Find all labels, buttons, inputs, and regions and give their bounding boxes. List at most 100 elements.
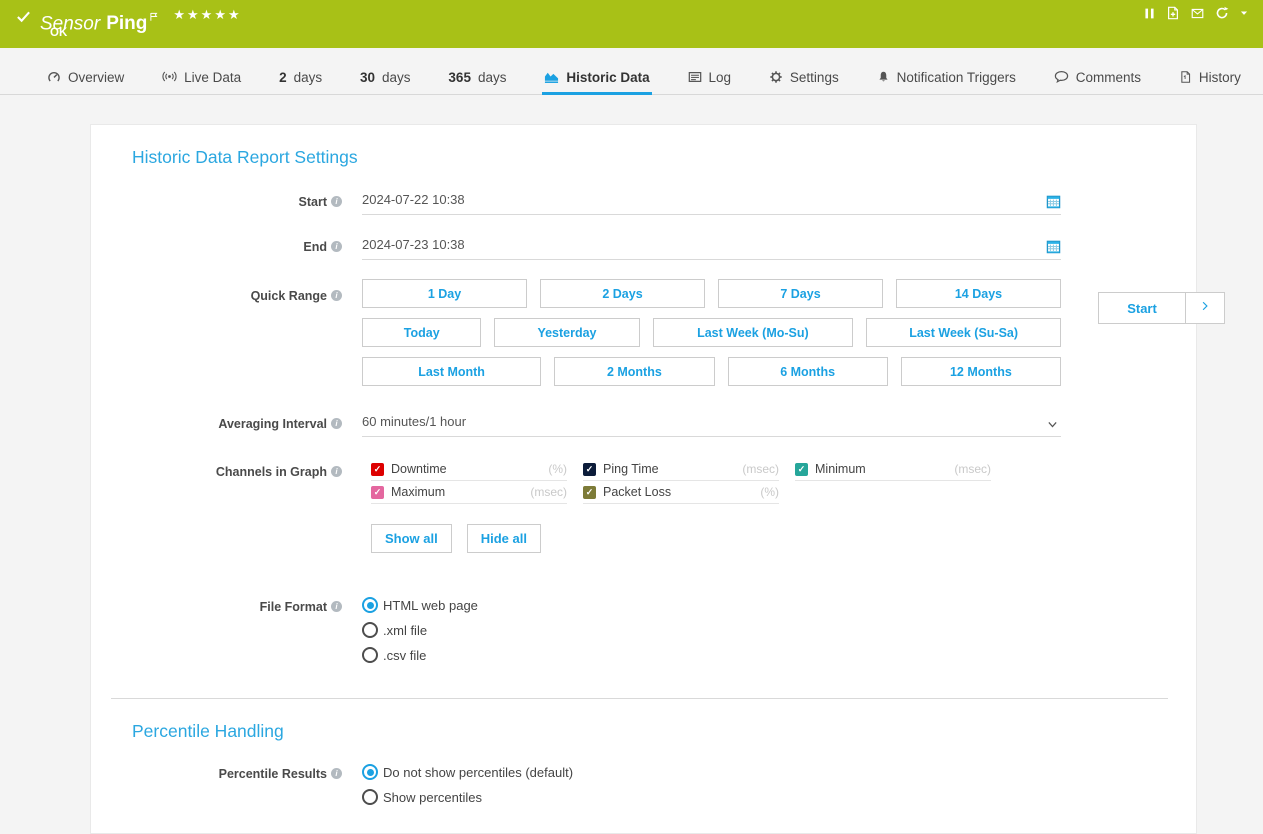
- file-format-option-html-web-page[interactable]: HTML web page: [362, 597, 1061, 613]
- tab-label: Historic Data: [566, 70, 649, 85]
- quick-range-button-last-week-su-sa[interactable]: Last Week (Su-Sa): [866, 318, 1061, 347]
- channel-unit: (msec): [530, 485, 567, 499]
- tab-365-days[interactable]: 365days: [446, 48, 508, 95]
- status-badge: OK: [50, 27, 67, 39]
- calendar-icon[interactable]: [1046, 239, 1061, 254]
- channel-ping-time[interactable]: ✓Ping Time(msec): [583, 462, 779, 481]
- file-format-row: File Format i HTML web page .xml file .csv …: [121, 597, 1166, 672]
- averaging-interval-select[interactable]: 60 minutes/1 hour: [362, 414, 1061, 437]
- percentile-option-show-percentiles[interactable]: Show percentiles: [362, 789, 1061, 805]
- end-label: End: [303, 240, 327, 254]
- radio-button[interactable]: [362, 597, 378, 613]
- averaging-interval-value: 60 minutes/1 hour: [362, 414, 466, 429]
- quick-range-button-last-week-mo-su[interactable]: Last Week (Mo-Su): [653, 318, 854, 347]
- radio-label: HTML web page: [383, 598, 478, 613]
- tab-historic-data[interactable]: Historic Data: [542, 48, 651, 95]
- quick-range-button-last-month[interactable]: Last Month: [362, 357, 541, 386]
- section-title-report-settings: Historic Data Report Settings: [132, 147, 1166, 168]
- channel-checkbox[interactable]: ✓: [583, 486, 596, 499]
- quick-range-button-today[interactable]: Today: [362, 318, 481, 347]
- tab-history[interactable]: History: [1177, 48, 1243, 95]
- channel-name: Downtime: [391, 462, 447, 476]
- add-report-icon[interactable]: [1166, 6, 1180, 20]
- channels-row: Channels in Graph i ✓ Downtime (%) ✓Ping Tim…: [121, 462, 1166, 553]
- tab-2-days[interactable]: 2 days: [277, 48, 324, 95]
- chart-icon: [544, 69, 559, 84]
- channel-name: Maximum: [391, 485, 445, 499]
- quick-range-button-yesterday[interactable]: Yesterday: [494, 318, 639, 347]
- tab-settings[interactable]: Settings: [767, 48, 841, 95]
- info-icon[interactable]: i: [331, 466, 342, 477]
- channel-downtime[interactable]: ✓Downtime(%): [371, 462, 567, 481]
- pause-icon[interactable]: [1143, 7, 1156, 20]
- quick-range-label: Quick Range: [251, 289, 327, 303]
- end-row: Endi 2024-07-23 10:38: [121, 237, 1166, 260]
- start-input[interactable]: 2024-07-22 10:38: [362, 192, 1061, 215]
- end-value: 2024-07-23 10:38: [362, 237, 465, 252]
- priority-stars[interactable]: ★★★★★: [173, 7, 241, 23]
- flag-icon[interactable]: [149, 6, 159, 27]
- percentile-results-row: Percentile Results i Do not show percenti…: [121, 764, 1166, 814]
- info-icon[interactable]: i: [331, 241, 342, 252]
- quick-range-button-6-months[interactable]: 6 Months: [728, 357, 888, 386]
- channel-checkbox[interactable]: ✓: [371, 463, 384, 476]
- info-icon[interactable]: i: [331, 290, 342, 301]
- percentile-option-do-not-show-percentiles-default[interactable]: Do not show percentiles (default): [362, 764, 1061, 780]
- radio-button[interactable]: [362, 647, 378, 663]
- chevron-right-icon: [1199, 299, 1211, 317]
- radio-button[interactable]: [362, 789, 378, 805]
- radio-label: .xml file: [383, 623, 427, 638]
- start-label: Start: [299, 195, 327, 209]
- averaging-interval-label: Averaging Interval: [218, 417, 327, 431]
- tab-prefix: 365: [448, 70, 471, 85]
- quick-range-button-14-days[interactable]: 14 Days: [896, 279, 1061, 308]
- quick-range-button-1-day[interactable]: 1 Day: [362, 279, 527, 308]
- quick-range-row-1: 1 Day 2 Days 7 Days 14 Days: [362, 279, 1061, 308]
- tab-live-data[interactable]: Live Data: [160, 48, 243, 95]
- channels-label: Channels in Graph: [216, 465, 327, 479]
- radio-button[interactable]: [362, 622, 378, 638]
- radio-button[interactable]: [362, 764, 378, 780]
- channel-unit: (%): [760, 485, 779, 499]
- email-icon[interactable]: [1190, 7, 1205, 20]
- info-icon[interactable]: i: [331, 418, 342, 429]
- channel-maximum[interactable]: ✓ Maximum (msec): [371, 485, 567, 504]
- show-all-button[interactable]: Show all: [371, 524, 452, 553]
- calendar-icon[interactable]: [1046, 194, 1061, 209]
- start-report-button[interactable]: Start: [1098, 292, 1186, 324]
- tab-30-days[interactable]: 30days: [358, 48, 413, 95]
- percentile-options: Do not show percentiles (default) Show pe…: [362, 764, 1061, 814]
- tab-prefix: 30: [360, 70, 375, 85]
- tab-prefix: 2: [279, 70, 287, 85]
- quick-range-button-7-days[interactable]: 7 Days: [718, 279, 883, 308]
- start-row: Starti 2024-07-22 10:38: [121, 192, 1166, 215]
- hide-all-button[interactable]: Hide all: [467, 524, 541, 553]
- chevron-down-icon[interactable]: [1046, 418, 1059, 431]
- channel-minimum[interactable]: ✓Minimum(msec): [795, 462, 991, 481]
- tab-comments[interactable]: Comments: [1052, 48, 1143, 95]
- percentile-results-label: Percentile Results: [219, 767, 327, 781]
- info-icon[interactable]: i: [331, 768, 342, 779]
- quick-range-button-12-months[interactable]: 12 Months: [901, 357, 1061, 386]
- file-format-option-csv-file[interactable]: .csv file: [362, 647, 1061, 663]
- info-icon[interactable]: i: [331, 601, 342, 612]
- start-value: 2024-07-22 10:38: [362, 192, 465, 207]
- tab-log[interactable]: Log: [686, 48, 734, 95]
- channel-checkbox[interactable]: ✓: [371, 486, 384, 499]
- info-icon[interactable]: i: [331, 196, 342, 207]
- channel-packet-loss[interactable]: ✓Packet Loss(%): [583, 485, 779, 504]
- tab-label: days: [294, 70, 323, 85]
- refresh-icon[interactable]: [1215, 6, 1229, 20]
- tab-notification-triggers[interactable]: Notification Triggers: [875, 48, 1018, 95]
- file-format-label: File Format: [260, 600, 327, 614]
- sensor-name: Ping: [106, 13, 147, 34]
- channel-checkbox[interactable]: ✓: [583, 463, 596, 476]
- start-next-button[interactable]: [1186, 292, 1225, 324]
- file-format-option-xml-file[interactable]: .xml file: [362, 622, 1061, 638]
- caret-down-icon[interactable]: [1239, 8, 1249, 18]
- channel-checkbox[interactable]: ✓: [795, 463, 808, 476]
- tab-overview[interactable]: Overview: [45, 48, 126, 95]
- quick-range-button-2-days[interactable]: 2 Days: [540, 279, 705, 308]
- end-input[interactable]: 2024-07-23 10:38: [362, 237, 1061, 260]
- quick-range-button-2-months[interactable]: 2 Months: [554, 357, 714, 386]
